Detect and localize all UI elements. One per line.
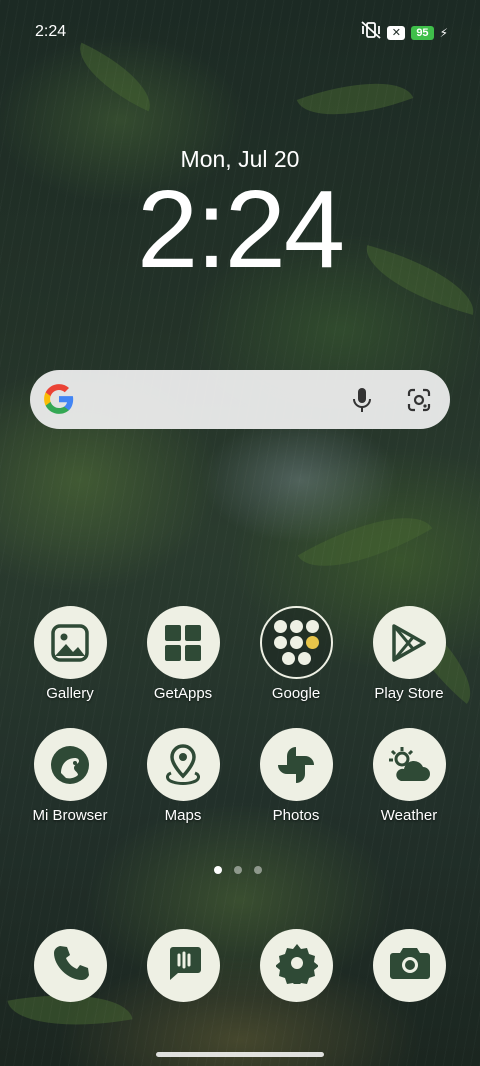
app-label: Play Store: [374, 685, 444, 702]
app-folder-google[interactable]: Google: [241, 606, 351, 702]
app-gallery[interactable]: Gallery: [15, 606, 125, 702]
getapps-icon: [146, 606, 220, 679]
page-indicator: [214, 866, 262, 874]
app-getapps[interactable]: GetApps: [128, 606, 238, 702]
chrome-mini-icon: [289, 636, 303, 649]
charging-icon: ⚡: [439, 25, 448, 40]
youtube-mini-icon: [305, 620, 319, 633]
mi-browser-icon: [33, 728, 107, 801]
gear-icon: [274, 942, 319, 989]
google-lens-icon[interactable]: [406, 387, 432, 413]
app-weather[interactable]: Weather: [354, 728, 464, 824]
wallpaper-leaf: [296, 62, 414, 136]
app-label: Google: [271, 685, 321, 702]
gesture-navigation-bar[interactable]: [156, 1052, 324, 1057]
app-label: Maps: [164, 807, 202, 824]
page-dot[interactable]: [254, 866, 262, 874]
battery-level: 95: [411, 25, 434, 40]
files-mini-icon: [305, 636, 319, 649]
gmail-mini-icon: [289, 620, 303, 633]
assistant-mini-icon: [297, 652, 311, 665]
app-label: Gallery: [46, 685, 94, 702]
google-g-icon: [42, 382, 76, 416]
google-search-bar[interactable]: [30, 370, 450, 429]
status-icons: ✕ 95 ⚡: [361, 21, 448, 44]
app-label: Weather: [380, 807, 438, 824]
google-folder-icon: [259, 606, 333, 679]
weather-icon: [372, 728, 446, 801]
app-play-store[interactable]: Play Store: [354, 606, 464, 702]
photos-pinwheel-icon: [259, 728, 333, 801]
notification-x-icon: ✕: [387, 25, 406, 40]
page-dot[interactable]: [234, 866, 242, 874]
dock-settings[interactable]: [260, 929, 333, 1002]
app-maps[interactable]: Maps: [128, 728, 238, 824]
clock-widget[interactable]: 2:24: [0, 172, 480, 287]
status-bar: 2:24 ✕ 95 ⚡: [0, 0, 480, 64]
phone-icon: [51, 943, 91, 988]
dock-phone[interactable]: [34, 929, 107, 1002]
drive-mini-icon: [273, 636, 287, 649]
app-label: Photos: [272, 807, 320, 824]
pay-mini-icon: [281, 652, 295, 665]
dock-camera[interactable]: [373, 929, 446, 1002]
messages-icon: [164, 943, 204, 988]
app-label: GetApps: [153, 685, 213, 702]
gallery-icon: [33, 606, 107, 679]
wallpaper-leaf: [297, 490, 433, 594]
status-time: 2:24: [35, 23, 67, 40]
dock-messages[interactable]: [147, 929, 220, 1002]
play-store-icon: [372, 606, 446, 679]
vibrate-off-icon: [361, 21, 381, 44]
google-app-mini-icon: [273, 620, 287, 633]
app-mi-browser[interactable]: Mi Browser: [15, 728, 125, 824]
maps-icon: [146, 728, 220, 801]
page-dot[interactable]: [214, 866, 222, 874]
camera-icon: [389, 944, 431, 987]
voice-search-icon[interactable]: [350, 387, 374, 413]
app-photos[interactable]: Photos: [241, 728, 351, 824]
app-label: Mi Browser: [32, 807, 108, 824]
